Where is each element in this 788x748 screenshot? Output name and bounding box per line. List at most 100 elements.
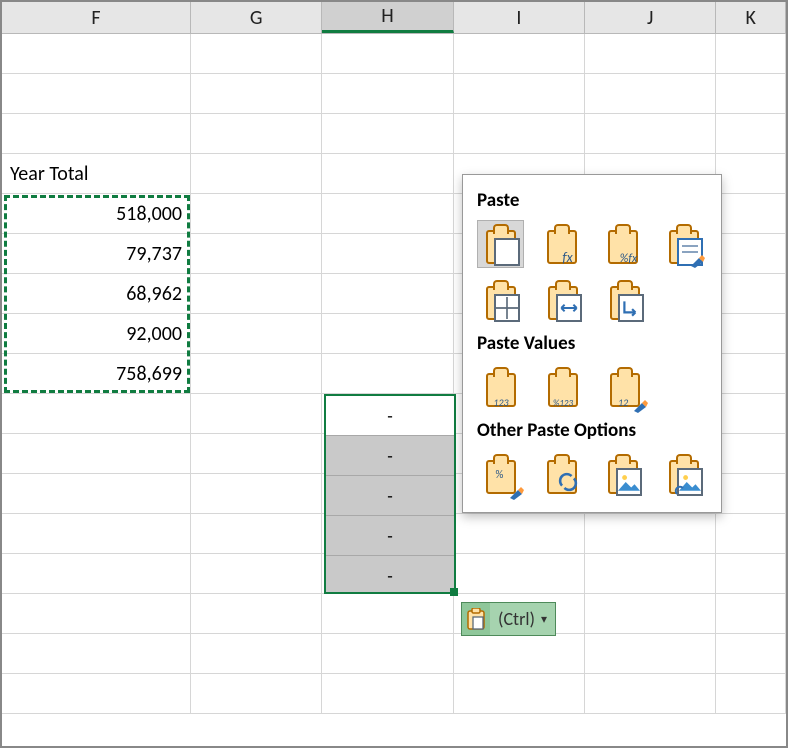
paste-no-borders-icon[interactable] <box>477 276 525 324</box>
paste-options-smart-tag[interactable]: (Ctrl) ▾ <box>461 602 556 636</box>
cell[interactable] <box>191 74 322 114</box>
cell[interactable] <box>454 74 585 114</box>
cell[interactable] <box>191 434 322 474</box>
paste-linked-picture-icon[interactable] <box>660 450 707 498</box>
paste-transpose-icon[interactable] <box>601 276 649 324</box>
cell[interactable] <box>322 394 453 434</box>
cell[interactable] <box>716 674 786 714</box>
col-header-I[interactable]: I <box>454 2 585 33</box>
cell[interactable] <box>585 554 716 594</box>
cell[interactable] <box>585 594 716 634</box>
cell[interactable] <box>716 314 786 354</box>
cell[interactable] <box>2 554 191 594</box>
paste-keep-source-fmt-icon[interactable] <box>660 220 707 268</box>
col-header-G[interactable]: G <box>191 2 322 33</box>
cell[interactable] <box>2 474 191 514</box>
cell[interactable] <box>454 514 585 554</box>
cell[interactable] <box>716 74 786 114</box>
paste-formatting-icon[interactable]: % <box>477 450 524 498</box>
cell[interactable] <box>716 434 786 474</box>
paste-all-icon[interactable] <box>477 220 524 268</box>
cell[interactable] <box>716 154 786 194</box>
cell[interactable] <box>322 114 453 154</box>
cell[interactable] <box>585 634 716 674</box>
cell[interactable] <box>322 634 453 674</box>
cell[interactable] <box>2 34 191 74</box>
col-header-F[interactable]: F <box>2 2 191 33</box>
cell[interactable] <box>2 514 191 554</box>
cell[interactable] <box>191 114 322 154</box>
cell[interactable] <box>454 114 585 154</box>
paste-values-source-fmt-icon[interactable]: 12 <box>601 363 649 411</box>
cell[interactable] <box>585 74 716 114</box>
cell[interactable] <box>2 114 191 154</box>
cell[interactable] <box>322 474 453 514</box>
cell[interactable] <box>716 514 786 554</box>
cell[interactable] <box>191 474 322 514</box>
paste-link-icon[interactable] <box>538 450 585 498</box>
cell[interactable] <box>716 114 786 154</box>
paste-formulas-number-fmt-icon[interactable]: %fx <box>599 220 646 268</box>
cell[interactable] <box>716 474 786 514</box>
cell[interactable] <box>191 674 322 714</box>
cell[interactable] <box>191 234 322 274</box>
cell[interactable] <box>716 594 786 634</box>
cell[interactable] <box>322 514 453 554</box>
cell[interactable] <box>191 314 322 354</box>
cell[interactable] <box>716 194 786 234</box>
cell[interactable] <box>2 594 191 634</box>
cell[interactable] <box>585 514 716 554</box>
cell-year-total-label[interactable]: Year Total <box>2 154 191 194</box>
cell[interactable] <box>716 34 786 74</box>
cell[interactable] <box>322 434 453 474</box>
cell[interactable] <box>322 594 453 634</box>
cell[interactable] <box>716 274 786 314</box>
cell-data[interactable]: 68,962 <box>2 274 191 314</box>
cell[interactable] <box>191 394 322 434</box>
cell[interactable] <box>191 514 322 554</box>
cell[interactable] <box>585 34 716 74</box>
paste-values-number-fmt-icon[interactable]: %123 <box>539 363 587 411</box>
cell-data[interactable]: 92,000 <box>2 314 191 354</box>
cell[interactable] <box>716 634 786 674</box>
col-header-H[interactable]: H <box>322 2 453 33</box>
col-header-K[interactable]: K <box>716 2 786 33</box>
cell[interactable] <box>2 394 191 434</box>
cell[interactable] <box>2 434 191 474</box>
cell[interactable] <box>322 74 453 114</box>
cell[interactable] <box>191 634 322 674</box>
cell[interactable] <box>191 194 322 234</box>
cell[interactable] <box>322 354 453 394</box>
cell[interactable] <box>191 274 322 314</box>
cell[interactable] <box>322 314 453 354</box>
cell[interactable] <box>322 234 453 274</box>
cell[interactable] <box>322 194 453 234</box>
cell[interactable] <box>716 234 786 274</box>
cell[interactable] <box>191 594 322 634</box>
cell[interactable] <box>322 274 453 314</box>
cell[interactable] <box>454 34 585 74</box>
paste-formulas-icon[interactable]: fx <box>538 220 585 268</box>
cell[interactable] <box>322 154 453 194</box>
cell[interactable] <box>2 74 191 114</box>
cell[interactable] <box>454 634 585 674</box>
cell[interactable] <box>322 34 453 74</box>
cell[interactable] <box>2 634 191 674</box>
cell[interactable] <box>716 394 786 434</box>
cell[interactable] <box>454 674 585 714</box>
cell[interactable] <box>322 554 453 594</box>
cell[interactable] <box>191 154 322 194</box>
cell[interactable] <box>585 114 716 154</box>
cell[interactable] <box>2 674 191 714</box>
cell[interactable] <box>716 554 786 594</box>
cell-data[interactable]: 79,737 <box>2 234 191 274</box>
cell-data[interactable]: 518,000 <box>2 194 191 234</box>
cell-data[interactable]: 758,699 <box>2 354 191 394</box>
cell[interactable] <box>191 554 322 594</box>
cell[interactable] <box>585 674 716 714</box>
cell[interactable] <box>454 554 585 594</box>
cell[interactable] <box>191 34 322 74</box>
paste-keep-col-width-icon[interactable] <box>539 276 587 324</box>
cell[interactable] <box>716 354 786 394</box>
cell[interactable] <box>322 674 453 714</box>
